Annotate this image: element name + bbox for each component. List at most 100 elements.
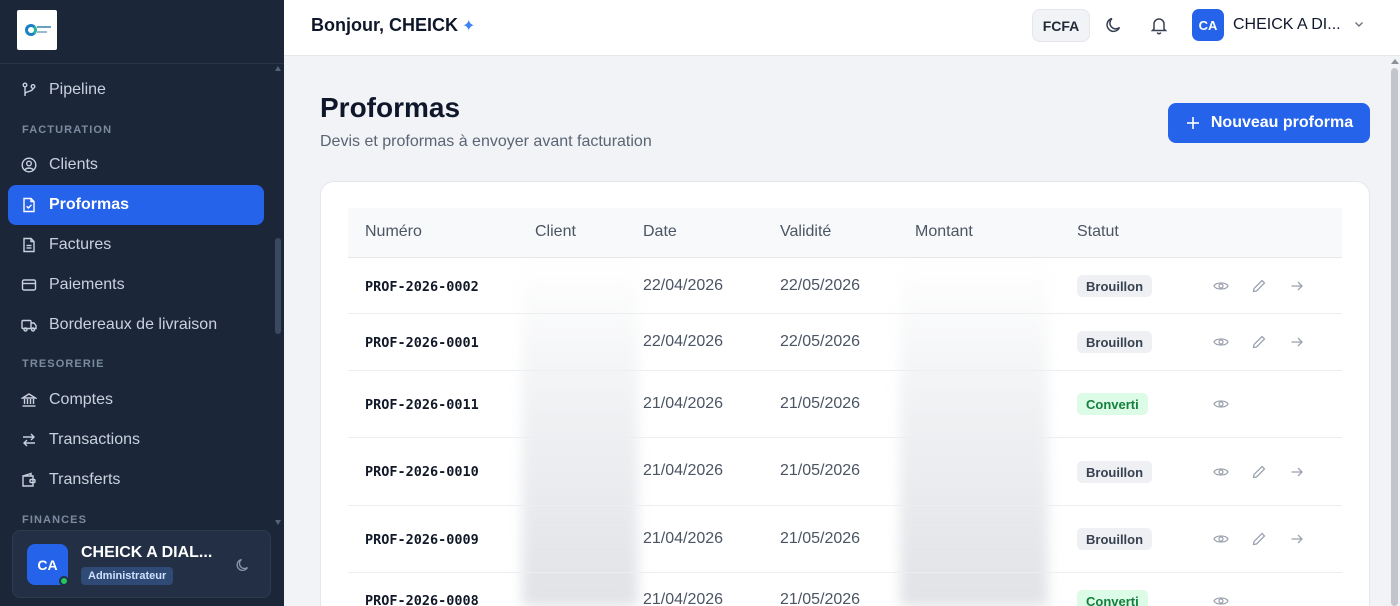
- sidebar-item-proformas[interactable]: Proformas: [8, 185, 264, 225]
- credit-card-icon: [21, 277, 37, 293]
- sidebar-item-label: Comptes: [49, 391, 114, 408]
- cell-validite: 22/05/2026: [780, 277, 861, 294]
- status-badge: Brouillon: [1077, 528, 1153, 550]
- eye-icon[interactable]: [1213, 278, 1229, 294]
- pencil-icon[interactable]: [1251, 531, 1267, 547]
- status-badge: Brouillon: [1077, 461, 1153, 483]
- status-badge: Converti: [1077, 393, 1148, 415]
- cell-date: 21/04/2026: [643, 591, 724, 606]
- greeting-text: Bonjour, CHEICK: [311, 15, 458, 35]
- sidebar-item-comptes[interactable]: Comptes: [8, 380, 264, 420]
- cell-numero[interactable]: PROF-2026-0011: [365, 397, 479, 413]
- section-finances: FINANCES: [22, 514, 88, 526]
- cell-validite: 21/05/2026: [780, 462, 861, 479]
- logo-mark-icon: [25, 24, 37, 36]
- redacted-client-column: [522, 260, 638, 606]
- sidebar-item-transactions[interactable]: Transactions: [8, 420, 264, 460]
- pencil-icon[interactable]: [1251, 278, 1267, 294]
- sidebar-item-clients[interactable]: Clients: [8, 145, 264, 185]
- sidebar-item-label: Clients: [49, 156, 98, 173]
- header-user-name[interactable]: CHEICK A DI...: [1233, 16, 1351, 34]
- sidebar-item-pipeline[interactable]: Pipeline: [8, 70, 264, 110]
- status-badge: Brouillon: [1077, 331, 1153, 353]
- pencil-icon[interactable]: [1251, 464, 1267, 480]
- eye-icon[interactable]: [1213, 464, 1229, 480]
- company-logo[interactable]: [17, 10, 57, 50]
- arrows-swap-icon: [21, 432, 37, 448]
- sidebar: Pipeline FACTURATION Clients Proformas F…: [0, 0, 284, 606]
- cell-date: 21/04/2026: [643, 530, 724, 547]
- file-check-icon: [21, 197, 37, 213]
- sidebar-scrollbar-thumb[interactable]: [275, 238, 281, 334]
- cell-date: 22/04/2026: [643, 333, 724, 350]
- pencil-icon[interactable]: [1251, 334, 1267, 350]
- landmark-icon: [21, 392, 37, 408]
- file-text-icon: [21, 237, 37, 253]
- cell-validite: 21/05/2026: [780, 395, 861, 412]
- page-subtitle: Devis et proformas à envoyer avant factu…: [320, 133, 652, 150]
- eye-icon[interactable]: [1213, 334, 1229, 350]
- column-header-validite[interactable]: Validité: [780, 223, 831, 241]
- cell-date: 22/04/2026: [643, 277, 724, 294]
- currency-button[interactable]: FCFA: [1032, 9, 1090, 42]
- truck-icon: [21, 317, 37, 333]
- sidebar-logo-area: [0, 0, 284, 64]
- sidebar-item-label: Proformas: [49, 196, 130, 213]
- arrow-right-icon[interactable]: [1289, 334, 1305, 350]
- sidebar-item-label: Pipeline: [49, 81, 106, 98]
- bell-icon[interactable]: [1149, 15, 1169, 35]
- moon-icon[interactable]: [1104, 15, 1124, 35]
- cell-numero[interactable]: PROF-2026-0001: [365, 335, 479, 351]
- wallet-icon: [21, 472, 37, 488]
- chevron-down-icon[interactable]: [1352, 17, 1366, 31]
- eye-icon[interactable]: [1213, 531, 1229, 547]
- cell-validite: 22/05/2026: [780, 333, 861, 350]
- new-proforma-button[interactable]: Nouveau proforma: [1168, 103, 1370, 143]
- sidebar-item-bordereaux[interactable]: Bordereaux de livraison: [8, 305, 264, 345]
- page-title: Proformas: [320, 92, 461, 123]
- eye-icon[interactable]: [1213, 593, 1229, 606]
- user-circle-icon: [21, 157, 37, 173]
- arrow-right-icon[interactable]: [1289, 464, 1305, 480]
- sidebar-user-card[interactable]: CA CHEICK A DIAL... Administrateur: [12, 530, 271, 598]
- user-name: CHEICK A DIAL...: [81, 544, 213, 561]
- moon-icon[interactable]: [235, 557, 251, 573]
- eye-icon[interactable]: [1213, 396, 1229, 412]
- avatar[interactable]: CA: [1192, 9, 1224, 41]
- sidebar-nav: Pipeline FACTURATION Clients Proformas F…: [0, 64, 284, 529]
- new-proforma-label: Nouveau proforma: [1210, 114, 1354, 131]
- column-header-statut[interactable]: Statut: [1077, 223, 1119, 241]
- status-badge: Converti: [1077, 590, 1148, 606]
- section-tresorerie: TRESORERIE: [22, 358, 105, 370]
- sidebar-item-paiements[interactable]: Paiements: [8, 265, 264, 305]
- sidebar-item-label: Transactions: [49, 431, 140, 448]
- sidebar-item-label: Bordereaux de livraison: [49, 316, 218, 333]
- cell-numero[interactable]: PROF-2026-0009: [365, 532, 479, 548]
- page-scrollbar-thumb[interactable]: [1391, 68, 1398, 606]
- plus-icon: [1185, 115, 1201, 131]
- sidebar-item-label: Factures: [49, 236, 112, 253]
- cell-validite: 21/05/2026: [780, 591, 861, 606]
- sparkle-icon: ✦: [462, 17, 476, 35]
- cell-numero[interactable]: PROF-2026-0010: [365, 464, 479, 480]
- sidebar-scroll-up-icon[interactable]: [275, 66, 281, 71]
- column-header-numero[interactable]: Numéro: [365, 223, 422, 241]
- cell-numero[interactable]: PROF-2026-0002: [365, 279, 479, 295]
- sidebar-item-factures[interactable]: Factures: [8, 225, 264, 265]
- arrow-right-icon[interactable]: [1289, 531, 1305, 547]
- cell-validite: 21/05/2026: [780, 530, 861, 547]
- redacted-amount-column: [900, 260, 1048, 606]
- page-scroll-up-icon[interactable]: [1391, 59, 1399, 64]
- column-header-montant[interactable]: Montant: [915, 223, 973, 241]
- role-badge: Administrateur: [81, 567, 174, 585]
- sidebar-scroll-down-icon[interactable]: [275, 520, 281, 525]
- table-header: [348, 208, 1342, 258]
- cell-numero[interactable]: PROF-2026-0008: [365, 593, 479, 606]
- sidebar-item-transferts[interactable]: Transferts: [8, 460, 264, 500]
- column-header-date[interactable]: Date: [643, 223, 677, 241]
- section-facturation: FACTURATION: [22, 124, 113, 136]
- sidebar-item-label: Paiements: [49, 276, 125, 293]
- arrow-right-icon[interactable]: [1289, 278, 1305, 294]
- git-branch-icon: [21, 82, 37, 98]
- column-header-client[interactable]: Client: [535, 223, 576, 241]
